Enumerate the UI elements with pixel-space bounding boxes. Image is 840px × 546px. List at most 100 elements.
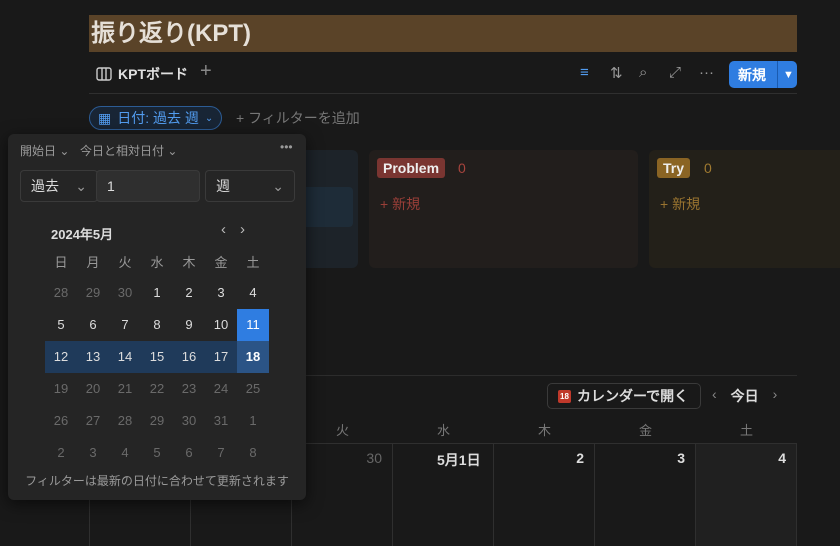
calendar-day[interactable]: 29 [141,405,173,437]
calendar-day[interactable]: 6 [173,437,205,469]
chevron-down-icon[interactable]: ▼ [777,61,794,88]
calendar-day[interactable]: 3 [77,437,109,469]
calendar-day[interactable]: 29 [77,277,109,309]
chevron-left-icon[interactable]: ‹ [221,221,226,238]
calendar-day[interactable]: 28 [45,277,77,309]
calendar-day[interactable]: 25 [237,373,269,405]
property-select[interactable]: 開始日 ⌄ [20,142,69,159]
calendar-day[interactable]: 18 [237,341,269,373]
calendar-day[interactable]: 14 [109,341,141,373]
calendar-cell[interactable]: 3 [594,444,695,546]
chevron-right-icon[interactable]: › [240,221,245,238]
calendar-cell[interactable]: 30 [291,444,392,546]
calendar-day[interactable]: 21 [109,373,141,405]
more-icon[interactable]: ••• [280,140,293,154]
more-icon[interactable]: ··· [699,64,714,81]
weekday-header: 木 [182,255,196,270]
calendar-day[interactable]: 8 [237,437,269,469]
calendar-day[interactable]: 10 [205,309,237,341]
chevron-right-icon[interactable]: › [773,386,778,406]
calendar-day[interactable]: 19 [45,373,77,405]
calendar-day[interactable]: 26 [45,405,77,437]
calendar-day[interactable]: 7 [205,437,237,469]
calendar-day[interactable]: 30 [173,405,205,437]
calendar-cell[interactable]: 4 [695,444,797,546]
direction-select[interactable]: 過去 ⌄ [20,170,98,202]
calendar-day[interactable]: 27 [77,405,109,437]
calendar-day[interactable]: 16 [173,341,205,373]
calendar-nav: ‹ 今日 › [712,386,777,406]
calendar-day[interactable]: 7 [109,309,141,341]
weekday-header: 金 [638,423,652,438]
tab-kpt-board[interactable]: KPTボード [96,64,188,84]
open-in-calendar-label: カレンダーで開く [577,388,689,404]
add-card-button[interactable]: + 新規 [660,194,700,214]
calendar-day[interactable]: 1 [237,405,269,437]
property-label: 開始日 [20,144,57,158]
calendar-cell[interactable]: 2 [493,444,594,546]
calendar-day[interactable]: 28 [109,405,141,437]
weekday-header: 土 [246,255,260,270]
weekday-header: 水 [436,423,450,438]
calendar-day[interactable]: 20 [77,373,109,405]
unit-value: 週 [216,178,230,194]
calendar-day[interactable]: 31 [205,405,237,437]
expand-icon[interactable]: ⤢ [669,64,681,81]
divider [89,93,797,94]
column-count: 0 [458,160,466,176]
unit-select[interactable]: 週 ⌄ [205,170,295,202]
board-column-problem: Problem 0 + 新規 [369,150,638,268]
mode-select[interactable]: 今日と相対日付 ⌄ [80,142,177,159]
board-card[interactable] [300,187,353,227]
add-card-button[interactable]: + 新規 [380,194,420,214]
chevron-left-icon[interactable]: ‹ [712,386,717,406]
weekday-header: 水 [150,255,164,270]
add-filter-button[interactable]: + フィルターを追加 [236,108,360,128]
calendar-day[interactable]: 13 [77,341,109,373]
calendar-day[interactable]: 30 [109,277,141,309]
date-filter-chip[interactable]: ▦ 日付: 過去 週 ⌄ [89,106,223,130]
calendar-icon: ▦ [98,109,112,126]
chevron-down-icon: ⌄ [272,177,284,194]
calendar-day[interactable]: 1 [141,277,173,309]
amount-input[interactable]: 1 [96,170,200,202]
calendar-day[interactable]: 24 [205,373,237,405]
calendar-day[interactable]: 12 [45,341,77,373]
calendar-day[interactable]: 17 [205,341,237,373]
calendar-day[interactable]: 9 [173,309,205,341]
board-column-try: Try 0 + 新規 [649,150,840,268]
calendar-day[interactable]: 4 [109,437,141,469]
new-button[interactable]: 新規 ▼ [729,61,797,88]
direction-value: 過去 [31,178,59,194]
calendar-day[interactable]: 5 [141,437,173,469]
search-icon[interactable]: ⌕ [639,64,647,81]
filter-chip-label: 日付: 過去 週 [117,110,199,126]
calendar-day[interactable]: 3 [205,277,237,309]
calendar-cell[interactable]: 5月1日 [392,444,493,546]
weekday-header: 木 [537,423,551,438]
date-filter-popup: 開始日 ⌄ 今日と相対日付 ⌄ ••• 過去 ⌄ 1 週 ⌄ 2024年5月 ‹ › … [8,134,306,500]
tab-label: KPTボード [118,66,188,82]
calendar-day[interactable]: 15 [141,341,173,373]
column-tag: Problem [377,158,446,178]
calendar-day[interactable]: 6 [77,309,109,341]
calendar-day[interactable]: 8 [141,309,173,341]
calendar-day[interactable]: 11 [237,309,269,341]
board-icon [96,67,112,81]
calendar-day[interactable]: 2 [45,437,77,469]
calendar-day[interactable]: 5 [45,309,77,341]
sort-icon[interactable]: ⇅ [610,64,623,82]
filter-note: フィルターは最新の日付に合わせて更新されます [25,474,289,488]
mode-label: 今日と相対日付 [80,144,165,158]
today-button[interactable]: 今日 [731,386,759,406]
calendar-day[interactable]: 2 [173,277,205,309]
open-in-calendar-button[interactable]: 18 カレンダーで開く [547,383,701,409]
add-view-button[interactable]: + [200,60,212,83]
calendar-day[interactable]: 22 [141,373,173,405]
filter-icon[interactable]: ≡ [580,64,589,81]
calendar-day[interactable]: 23 [173,373,205,405]
page-title[interactable]: 振り返り(KPT) [89,15,797,52]
weekday-header: 火 [118,255,132,270]
amount-value: 1 [107,178,115,194]
calendar-day[interactable]: 4 [237,277,269,309]
